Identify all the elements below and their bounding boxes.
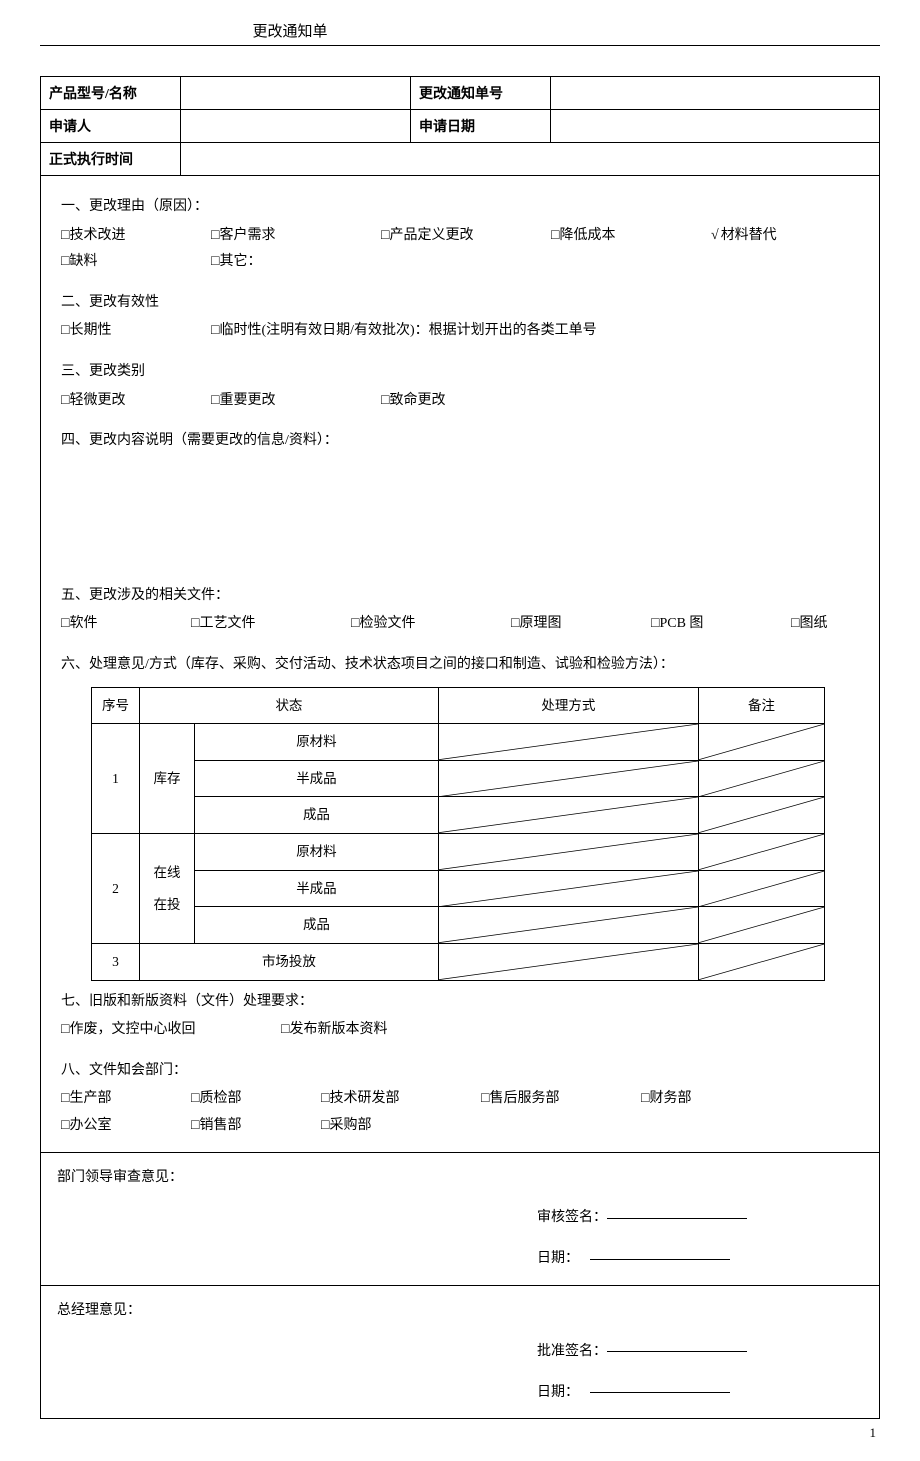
cell-method-3[interactable]: [438, 944, 698, 981]
cell-fin-1: 成品: [195, 797, 439, 834]
cb-tech-improve[interactable]: 技术改进: [61, 223, 191, 250]
label-applicant: 申请人: [41, 110, 181, 143]
th-seq: 序号: [92, 687, 140, 724]
dept-review-block: 部门领导审查意见： 审核签名： 日期：: [41, 1152, 880, 1285]
cb-sales-dept[interactable]: 销售部: [191, 1113, 301, 1140]
cb-schematic[interactable]: 原理图: [511, 611, 631, 638]
th-state: 状态: [140, 687, 439, 724]
section7-title: 七、旧版和新版资料（文件）处理要求：: [61, 989, 859, 1016]
cb-finance-dept[interactable]: 财务部: [641, 1086, 691, 1113]
cell-method-2c[interactable]: [438, 907, 698, 944]
section3-title: 三、更改类别: [61, 359, 859, 386]
th-remark: 备注: [698, 687, 824, 724]
cb-production-dept[interactable]: 生产部: [61, 1086, 171, 1113]
cell-raw-2: 原材料: [195, 834, 439, 871]
cell-method-1a[interactable]: [438, 724, 698, 761]
state-online-a: 在线: [148, 860, 186, 886]
gm-sign-label: 批准签名：: [537, 1344, 607, 1359]
cb-temporary[interactable]: 临时性(注明有效日期/有效批次)：根据计划开出的各类工单号: [211, 318, 597, 345]
label-exec-time: 正式执行时间: [41, 143, 181, 176]
field-apply-date[interactable]: [551, 110, 880, 143]
section1-title: 一、更改理由（原因）：: [61, 194, 859, 221]
cb-purchase-dept[interactable]: 采购部: [321, 1113, 371, 1140]
cell-method-1b[interactable]: [438, 760, 698, 797]
cell-seq-2: 2: [92, 834, 140, 944]
cb-qc-dept[interactable]: 质检部: [191, 1086, 301, 1113]
cell-semi-2: 半成品: [195, 870, 439, 907]
th-method: 处理方式: [438, 687, 698, 724]
state-online-b: 在投: [148, 892, 186, 918]
dept-date-field[interactable]: [590, 1259, 730, 1260]
cell-semi-1: 半成品: [195, 760, 439, 797]
label-notice-no: 更改通知单号: [411, 77, 551, 110]
cb-other[interactable]: 其它：: [211, 249, 261, 276]
cb-minor[interactable]: 轻微更改: [61, 388, 191, 415]
dept-review-title: 部门领导审查意见：: [57, 1163, 863, 1194]
cb-fatal[interactable]: 致命更改: [381, 388, 445, 415]
cb-major[interactable]: 重要更改: [211, 388, 361, 415]
cb-release-new[interactable]: 发布新版本资料: [281, 1017, 387, 1044]
section5-title: 五、更改涉及的相关文件：: [61, 583, 859, 610]
cb-drawing[interactable]: 图纸: [791, 611, 827, 638]
cb-process-doc[interactable]: 工艺文件: [191, 611, 331, 638]
cb-office-dept[interactable]: 办公室: [61, 1113, 171, 1140]
section4-title: 四、更改内容说明（需要更改的信息/资料）：: [61, 428, 859, 455]
dept-sign-label: 审核签名：: [537, 1210, 607, 1225]
section4-content-space[interactable]: [61, 457, 859, 577]
page-number: 1: [40, 1425, 880, 1441]
field-product[interactable]: [181, 77, 411, 110]
cell-method-2b[interactable]: [438, 870, 698, 907]
cell-method-2a[interactable]: [438, 834, 698, 871]
cb-customer-req[interactable]: 客户需求: [211, 223, 361, 250]
cell-remark-2c[interactable]: [698, 907, 824, 944]
cell-seq-3: 3: [92, 944, 140, 981]
cell-remark-1c[interactable]: [698, 797, 824, 834]
cell-remark-1b[interactable]: [698, 760, 824, 797]
cb-pcb[interactable]: PCB 图: [651, 611, 771, 638]
handling-table: 序号 状态 处理方式 备注 1 库存 原材料 半成品: [91, 687, 825, 981]
cell-state-online: 在线 在投: [140, 834, 195, 944]
cb-product-def[interactable]: 产品定义更改: [381, 223, 531, 250]
form-body: 一、更改理由（原因）： 技术改进 客户需求 产品定义更改 降低成本 材料替代 缺…: [41, 176, 880, 1153]
dept-date-label: 日期：: [537, 1251, 579, 1266]
cell-fin-2: 成品: [195, 907, 439, 944]
page-header-title: 更改通知单: [40, 20, 880, 41]
field-notice-no[interactable]: [551, 77, 880, 110]
cell-method-1c[interactable]: [438, 797, 698, 834]
section6-title: 六、处理意见/方式（库存、采购、交付活动、技术状态项目之间的接口和制造、试验和检…: [61, 652, 859, 679]
cb-shortage[interactable]: 缺料: [61, 249, 191, 276]
cb-inspect-doc[interactable]: 检验文件: [351, 611, 491, 638]
label-product: 产品型号/名称: [41, 77, 181, 110]
gm-review-title: 总经理意见：: [57, 1296, 863, 1327]
cb-cost-reduce[interactable]: 降低成本: [551, 223, 691, 250]
cb-material-sub[interactable]: 材料替代: [711, 223, 777, 250]
header-rule: [40, 45, 880, 46]
cell-remark-2b[interactable]: [698, 870, 824, 907]
field-applicant[interactable]: [181, 110, 411, 143]
section2-title: 二、更改有效性: [61, 290, 859, 317]
section8-title: 八、文件知会部门：: [61, 1058, 859, 1085]
field-exec-time[interactable]: [181, 143, 880, 176]
cell-remark-1a[interactable]: [698, 724, 824, 761]
cb-aftersale-dept[interactable]: 售后服务部: [481, 1086, 621, 1113]
change-notice-form: 产品型号/名称 更改通知单号 申请人 申请日期 正式执行时间 一、更改理由（原因…: [40, 76, 880, 1419]
cb-software[interactable]: 软件: [61, 611, 171, 638]
dept-sign-field[interactable]: [607, 1218, 747, 1219]
cell-remark-3[interactable]: [698, 944, 824, 981]
cb-rd-dept[interactable]: 技术研发部: [321, 1086, 461, 1113]
gm-review-block: 总经理意见： 批准签名： 日期：: [41, 1286, 880, 1419]
cell-seq-1: 1: [92, 724, 140, 834]
cb-longterm[interactable]: 长期性: [61, 318, 191, 345]
cell-remark-2a[interactable]: [698, 834, 824, 871]
gm-date-label: 日期：: [537, 1385, 579, 1400]
cell-raw-1: 原材料: [195, 724, 439, 761]
cell-state-market: 市场投放: [140, 944, 439, 981]
gm-sign-field[interactable]: [607, 1351, 747, 1352]
cell-state-stock: 库存: [140, 724, 195, 834]
gm-date-field[interactable]: [590, 1392, 730, 1393]
cb-scrap[interactable]: 作废，文控中心收回: [61, 1017, 261, 1044]
label-apply-date: 申请日期: [411, 110, 551, 143]
